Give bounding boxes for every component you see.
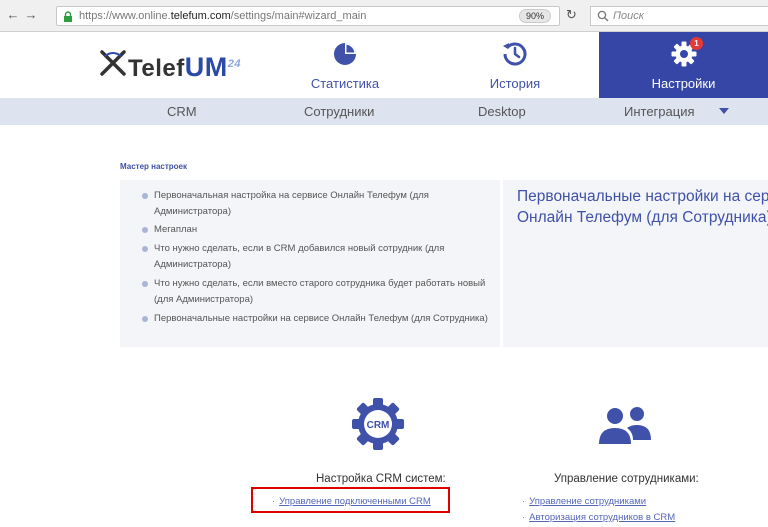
manage-staff-link[interactable]: · Управление сотрудниками [522, 496, 646, 507]
logo-wordmark: TelefUM24 [128, 52, 241, 82]
bullet-icon [142, 227, 148, 233]
wizard-title: Мастер настроек [120, 162, 188, 171]
bullet-icon [142, 246, 148, 252]
tab-label: Настройки [651, 76, 716, 91]
wizard-list-item[interactable]: Что нужно сделать, если в CRM добавился … [140, 241, 490, 273]
bullet-icon: · [522, 512, 526, 523]
browser-search-field[interactable]: Поиск [590, 6, 768, 26]
browser-toolbar: ← → https://www.online.telefum.com/setti… [0, 0, 768, 32]
wizard-list-item[interactable]: Что нужно сделать, если вместо старого с… [140, 276, 490, 308]
bullet-icon [142, 281, 148, 287]
tab-statistics[interactable]: Статистика [300, 32, 390, 98]
search-placeholder: Поиск [613, 10, 644, 22]
lock-icon [64, 11, 72, 22]
url-text: https://www.online.telefum.com/settings/… [79, 10, 367, 22]
app-header: TelefUM24 Статистика История 1 Настройки [0, 32, 768, 98]
wizard-list-item[interactable]: Первоначальные настройки на сервисе Онла… [140, 311, 490, 327]
bullet-icon: · [522, 496, 526, 507]
staff-crm-auth-link[interactable]: · Авторизация сотрудников в CRM [522, 512, 675, 523]
notification-badge: 1 [690, 37, 703, 50]
tab-settings[interactable]: 1 Настройки [599, 32, 768, 98]
chevron-down-icon[interactable] [719, 108, 729, 114]
tab-label: Статистика [310, 76, 380, 91]
users-icon [599, 407, 651, 444]
tab-history[interactable]: История [470, 32, 560, 98]
bullet-icon [142, 316, 148, 322]
settings-subnav: CRM Сотрудники Desktop Интеграция [0, 98, 768, 125]
history-icon [503, 42, 527, 66]
bullet-icon [142, 193, 148, 199]
reload-icon[interactable]: ↻ [566, 8, 577, 22]
wizard-list-item[interactable]: Первоначальная настройка на сервисе Онла… [140, 188, 490, 220]
logo-mark-icon [100, 50, 126, 76]
back-arrow-icon[interactable]: ← [6, 8, 20, 22]
subnav-item-employees[interactable]: Сотрудники [304, 104, 374, 119]
search-icon [597, 10, 609, 22]
tab-label: История [489, 76, 541, 91]
crm-section-title: Настройка CRM систем: [316, 473, 446, 485]
crm-gear-icon: CRM [352, 398, 404, 450]
zoom-level-badge[interactable]: 90% [518, 9, 551, 23]
crm-icon-label: CRM [367, 420, 390, 431]
wizard-list-item[interactable]: Мегаплан [140, 222, 490, 238]
staff-section-title: Управление сотрудниками: [554, 473, 699, 485]
subnav-item-integration[interactable]: Интеграция [624, 104, 695, 119]
subnav-item-crm[interactable]: CRM [167, 104, 197, 119]
wizard-detail-panel: Первоначальные настройки на сервисе Онла… [503, 180, 768, 347]
highlight-box [251, 487, 450, 513]
address-bar[interactable]: https://www.online.telefum.com/settings/… [56, 6, 560, 26]
forward-arrow-icon[interactable]: → [24, 8, 38, 22]
wizard-list: Первоначальная настройка на сервисе Онла… [120, 180, 500, 347]
subnav-item-desktop[interactable]: Desktop [478, 104, 526, 119]
pie-chart-icon [334, 43, 356, 65]
panel-title: Первоначальные настройки на сервисе Онла… [517, 188, 768, 226]
